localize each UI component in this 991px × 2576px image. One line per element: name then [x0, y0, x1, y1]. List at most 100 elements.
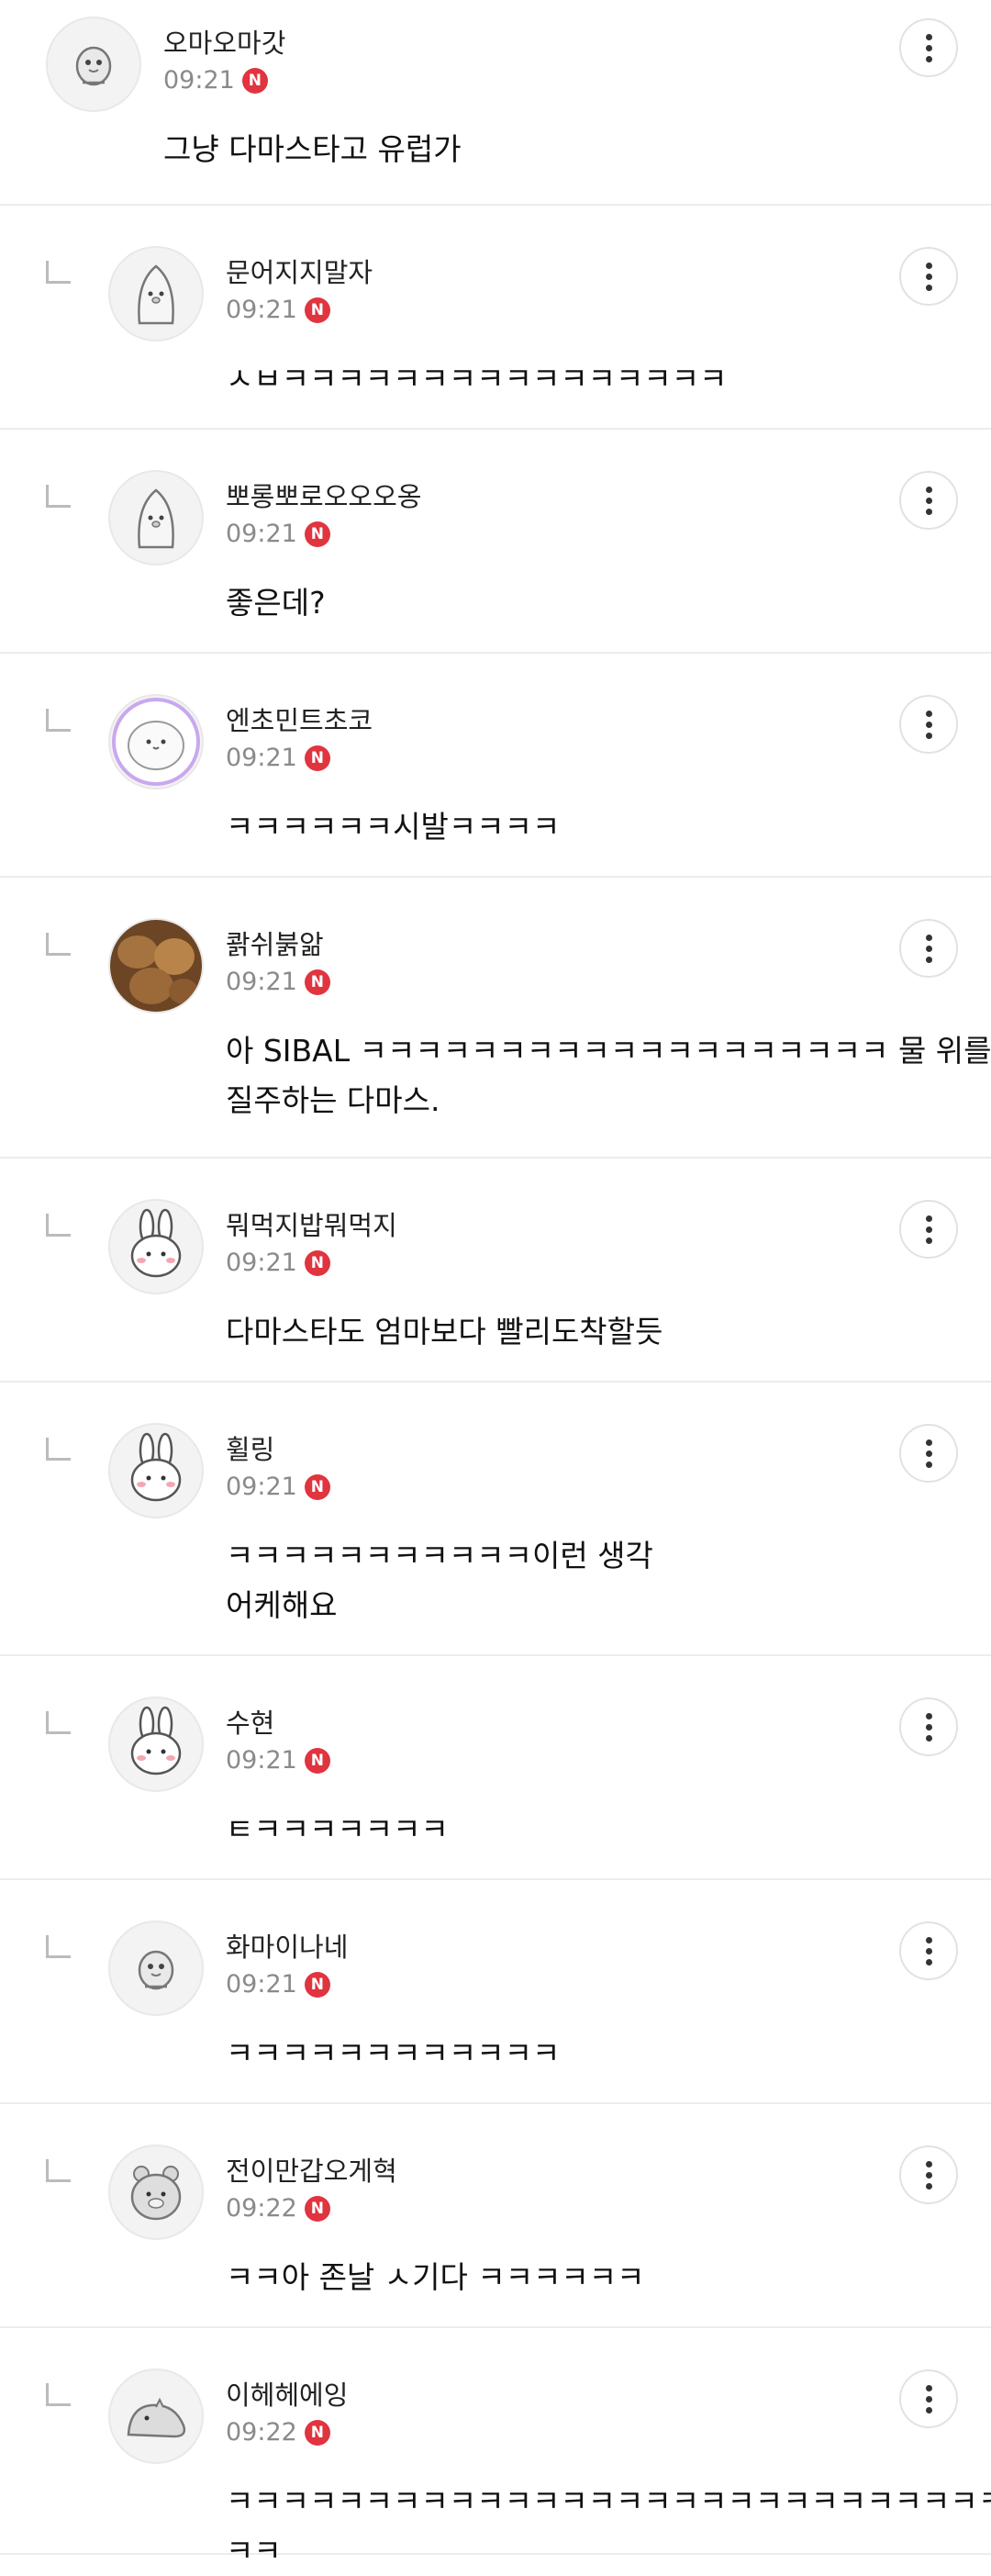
- rabbit-icon: [110, 1425, 202, 1517]
- dot-icon: [925, 284, 932, 291]
- dot-icon: [925, 1439, 932, 1446]
- dot-icon: [925, 2160, 932, 2167]
- timestamp: 09:21: [226, 1746, 297, 1775]
- comment-item: 오마오마갓 09:21 N 그냥 다마스타고 유럽가: [0, 0, 991, 206]
- dot-icon: [925, 1226, 932, 1233]
- nickname[interactable]: 엔초민트초코: [226, 700, 373, 738]
- avatar[interactable]: [108, 1199, 204, 1294]
- more-options-button[interactable]: [899, 695, 958, 754]
- comment-text: ㅌㅋㅋㅋㅋㅋㅋㅋ: [226, 1811, 449, 1847]
- dot-icon: [925, 44, 932, 51]
- more-options-button[interactable]: [899, 247, 958, 306]
- timestamp: 09:21: [226, 1970, 297, 1999]
- comment-meta: 09:21 N: [226, 296, 330, 324]
- more-options-button[interactable]: [899, 1424, 958, 1483]
- avatar[interactable]: [46, 17, 141, 112]
- new-badge: N: [241, 67, 268, 94]
- reply-indicator-icon: [46, 2383, 71, 2406]
- nickname[interactable]: 이헤헤에잉: [226, 2374, 348, 2413]
- avatar[interactable]: [108, 918, 204, 1014]
- nickname[interactable]: 뭐먹지밥뭐먹지: [226, 1204, 397, 1243]
- more-options-button[interactable]: [899, 1921, 958, 1980]
- reply-indicator-icon: [46, 261, 71, 284]
- nickname[interactable]: 뽀롱뽀로오오오옹: [226, 476, 421, 514]
- comment-meta: 09:21 N: [226, 1970, 330, 1999]
- comment-item: 엔초민트초코 09:21 N ㅋㅋㅋㅋㅋㅋ시발ㅋㅋㅋㅋ: [0, 654, 991, 878]
- comment-meta: 09:22 N: [226, 2418, 330, 2447]
- dot-icon: [925, 1936, 932, 1943]
- dot-icon: [925, 1947, 932, 1954]
- more-options-button[interactable]: [899, 1697, 958, 1756]
- avatar[interactable]: [108, 694, 204, 790]
- comment-text: ㅋㅋㅋㅋㅋㅋㅋㅋㅋㅋㅋㅋ: [226, 2035, 561, 2071]
- comment-item: 이헤헤에잉 09:22 N ㅋㅋㅋㅋㅋㅋㅋㅋㅋㅋㅋㅋㅋㅋㅋㅋㅋㅋㅋㅋㅋㅋㅋㅋㅋㅋㅋㅋㅋ…: [0, 2328, 991, 2569]
- nickname[interactable]: 화마이나네: [226, 1926, 348, 1965]
- reply-indicator-icon: [46, 1935, 71, 1958]
- rabbit-icon: [110, 1698, 202, 1790]
- reply-indicator-icon: [46, 2159, 71, 2182]
- reply-indicator-icon: [46, 1438, 71, 1461]
- more-options-button[interactable]: [899, 2369, 958, 2428]
- comment-text: 좋은데?: [226, 585, 326, 621]
- dot-icon: [925, 262, 932, 269]
- comment-text: 다마스타도 엄마보다 빨리도착할듯: [226, 1314, 663, 1350]
- new-badge: N: [304, 1473, 330, 1500]
- comment-item: 휠링 09:21 N ㅋㅋㅋㅋㅋㅋㅋㅋㅋㅋㅋ이런 생각 어케해요: [0, 1383, 991, 1656]
- comment-text: ㅋㅋㅋㅋㅋㅋㅋㅋㅋㅋㅋ이런 생각 어케해요: [226, 1538, 653, 1623]
- more-options-button[interactable]: [899, 18, 958, 77]
- comment-item: 문어지지말자 09:21 N ㅅㅂㅋㅋㅋㅋㅋㅋㅋㅋㅋㅋㅋㅋㅋㅋㅋㅋ: [0, 206, 991, 430]
- more-options-button[interactable]: [899, 2145, 958, 2204]
- timestamp: 09:21: [226, 1473, 297, 1501]
- dot-icon: [925, 710, 932, 717]
- avatar[interactable]: [108, 246, 204, 342]
- nickname[interactable]: 콹쉬붉앎: [226, 924, 324, 962]
- timestamp: 09:21: [163, 66, 235, 95]
- dot-icon: [925, 508, 932, 515]
- new-badge: N: [304, 1747, 330, 1774]
- more-options-button[interactable]: [899, 1200, 958, 1259]
- reply-indicator-icon: [46, 709, 71, 732]
- dot-icon: [925, 1734, 932, 1742]
- avatar[interactable]: [108, 2369, 204, 2464]
- comment-item: 콹쉬붉앎 09:21 N 아 SIBAL ㅋㅋㅋㅋㅋㅋㅋㅋㅋㅋㅋㅋㅋㅋㅋㅋㅋㅋㅋ 물 …: [0, 878, 991, 1159]
- nickname[interactable]: 전이만갑오게혁: [226, 2150, 397, 2189]
- comment-meta: 09:21 N: [226, 1473, 330, 1501]
- penguin-icon: [110, 472, 202, 564]
- dot-icon: [925, 2395, 932, 2402]
- new-badge: N: [304, 1249, 330, 1276]
- avatar[interactable]: [108, 1921, 204, 2016]
- timestamp: 09:21: [226, 1249, 297, 1277]
- dot-icon: [925, 486, 932, 493]
- more-options-button[interactable]: [899, 471, 958, 530]
- dot-icon: [925, 1461, 932, 1468]
- dot-icon: [925, 721, 932, 728]
- comment-text: 아 SIBAL ㅋㅋㅋㅋㅋㅋㅋㅋㅋㅋㅋㅋㅋㅋㅋㅋㅋㅋㅋ 물 위를 질주하는 다마…: [226, 1033, 991, 1118]
- avatar[interactable]: [108, 1697, 204, 1792]
- dot-icon: [925, 732, 932, 739]
- timestamp: 09:22: [226, 2194, 297, 2223]
- walnut-icon: [110, 920, 202, 1012]
- avatar[interactable]: [108, 470, 204, 566]
- avatar[interactable]: [108, 1423, 204, 1518]
- more-options-button[interactable]: [899, 919, 958, 978]
- new-badge: N: [304, 297, 330, 323]
- comment-text: ㅋㅋ아 존날 ㅅ기다 ㅋㅋㅋㅋㅋㅋ: [226, 2259, 645, 2295]
- dot-icon: [925, 2182, 932, 2190]
- dot-icon: [925, 956, 932, 963]
- dino-icon: [110, 2370, 202, 2462]
- nickname[interactable]: 휠링: [226, 1428, 274, 1467]
- nickname[interactable]: 오마오마갓: [163, 22, 285, 61]
- nickname[interactable]: 문어지지말자: [226, 252, 373, 290]
- timestamp: 09:21: [226, 968, 297, 996]
- comment-meta: 09:21 N: [226, 744, 330, 772]
- reply-indicator-icon: [46, 485, 71, 508]
- reply-indicator-icon: [46, 1214, 71, 1237]
- rabbit-icon: [110, 1201, 202, 1293]
- avatar[interactable]: [108, 2145, 204, 2240]
- nickname[interactable]: 수현: [226, 1702, 274, 1741]
- timestamp: 09:21: [226, 296, 297, 324]
- penguin-icon: [110, 248, 202, 340]
- comment-meta: 09:22 N: [226, 2194, 330, 2223]
- comment-text: ㅋㅋㅋㅋㅋㅋ시발ㅋㅋㅋㅋ: [226, 809, 561, 845]
- new-badge: N: [304, 2195, 330, 2222]
